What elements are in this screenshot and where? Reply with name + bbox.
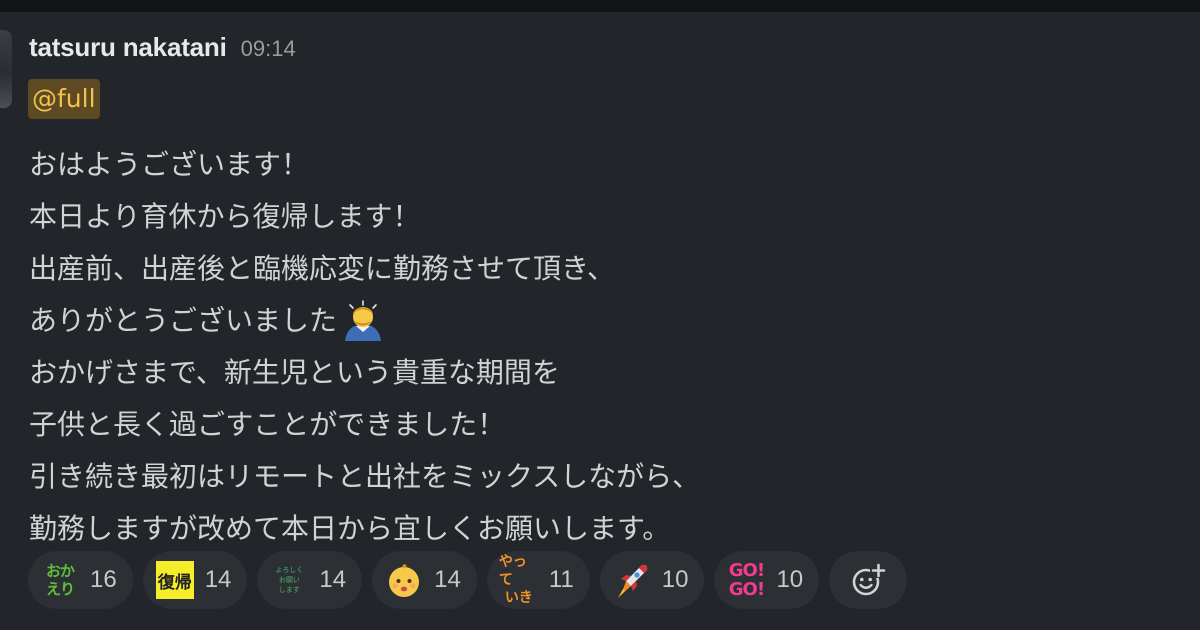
emoji-text: よろしく xyxy=(275,566,304,574)
message-line: 本日より育休から復帰します！ xyxy=(29,200,421,233)
reaction-count: 16 xyxy=(90,566,117,593)
reactions-bar: おか えり 16 復帰 14 よろしく お願い します 14 14 やって いき… xyxy=(28,551,908,609)
reaction-baby[interactable]: 14 xyxy=(372,551,477,609)
reaction-count: 14 xyxy=(319,566,347,593)
message-body: おはようございます！ 本日より育休から復帰します！ 出産前、出産後と臨機応変に勤… xyxy=(29,139,1129,555)
message-line: おはようございます！ xyxy=(29,148,310,181)
emoji-text: します xyxy=(278,586,300,594)
top-divider xyxy=(0,0,1200,12)
emoji-text: やって xyxy=(498,554,527,588)
message-timestamp[interactable]: 09:14 xyxy=(241,36,296,62)
user-group-mention[interactable]: @full xyxy=(28,79,100,119)
baby-face-icon xyxy=(389,564,420,597)
reaction-yoroshiku[interactable]: よろしく お願い します 14 xyxy=(257,551,363,609)
emoji-text: お願い xyxy=(278,576,300,584)
avatar[interactable] xyxy=(0,30,12,108)
emoji-text: いき xyxy=(504,590,533,606)
okaeri-emoji-icon: おか えり xyxy=(40,560,80,600)
bowing-person-icon xyxy=(345,300,382,341)
message-line-with-emoji: ありがとうございました xyxy=(29,295,1129,347)
emoji-text: おか xyxy=(45,562,75,580)
reaction-rocket[interactable]: 10 xyxy=(599,551,705,609)
message-line: 勤務しますが改めて本日から宜しくお願いします。 xyxy=(29,512,671,545)
message-line: ありがとうございました xyxy=(29,304,338,337)
yatteiki-emoji-icon: やって いき xyxy=(499,554,539,606)
reaction-fukki[interactable]: 復帰 14 xyxy=(142,551,248,609)
emoji-text: GO! xyxy=(728,579,765,600)
reaction-count: 11 xyxy=(548,566,574,593)
reaction-okaeri[interactable]: おか えり 16 xyxy=(28,551,133,609)
rocket-icon xyxy=(617,564,647,598)
author-name[interactable]: tatsuru nakatani xyxy=(29,32,227,63)
add-reaction-icon xyxy=(852,563,887,596)
reaction-count: 10 xyxy=(776,566,804,593)
emoji-text: えり xyxy=(45,580,75,598)
message-header: tatsuru nakatani 09:14 xyxy=(29,32,296,66)
chat-message: tatsuru nakatani 09:14 @full おはようございます！ … xyxy=(0,12,1200,630)
yoroshiku-emoji-icon: よろしく お願い します xyxy=(269,560,309,600)
reaction-count: 10 xyxy=(661,566,689,593)
reaction-gogo[interactable]: GO! GO! 10 xyxy=(714,551,820,609)
gogo-emoji-icon: GO! GO! xyxy=(726,560,766,600)
add-reaction-button[interactable] xyxy=(829,551,908,609)
emoji-text: GO! xyxy=(728,560,765,581)
emoji-text: 復帰 xyxy=(155,561,194,599)
reaction-count: 14 xyxy=(434,566,461,593)
reaction-yatteiki[interactable]: やって いき 11 xyxy=(486,551,590,609)
message-line: 出産前、出産後と臨機応変に勤務させて頂き、 xyxy=(29,252,616,285)
message-line: 引き続き最初はリモートと出社をミックスしながら、 xyxy=(29,460,701,493)
message-line: 子供と長く過ごすことができました！ xyxy=(29,408,506,441)
message-line: おかげさまで、新生児という貴重な期間を xyxy=(29,356,560,389)
fukki-emoji-icon: 復帰 xyxy=(155,560,195,600)
reaction-count: 14 xyxy=(204,566,232,593)
